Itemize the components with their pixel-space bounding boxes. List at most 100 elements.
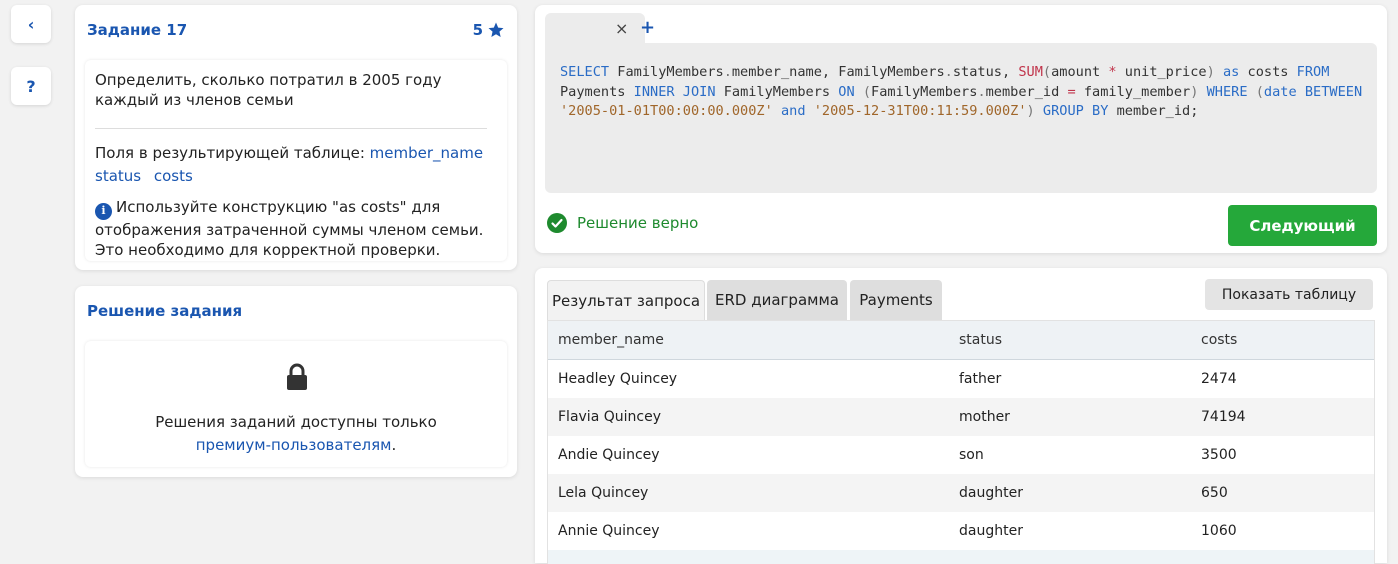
star-icon: [488, 22, 504, 37]
cell-member-name: Headley Quincey: [558, 371, 678, 387]
table-row: Annie Quincey daughter 1060: [548, 512, 1374, 550]
task-body: Определить, сколько потратил в 2005 году…: [85, 60, 507, 261]
code-token: member_id;: [1108, 103, 1199, 120]
cell-status: mother: [959, 409, 1010, 425]
tab-payments[interactable]: Payments: [850, 280, 942, 320]
task-header: Задание 17 5: [87, 19, 505, 41]
code-token: date: [1263, 83, 1297, 100]
help-button[interactable]: ?: [11, 67, 51, 105]
check-circle-icon: [547, 213, 567, 233]
task-title: Задание 17: [87, 21, 188, 39]
code-token: (: [862, 83, 872, 100]
table-header: member_name status costs: [548, 321, 1374, 360]
task-description: Определить, сколько потратил в 2005 году…: [95, 71, 442, 109]
table-row: Headley Quincey father 2474: [548, 360, 1374, 398]
solution-status: Решение верно: [547, 213, 698, 233]
code-token: .: [977, 83, 986, 100]
code-token: GROUP BY: [1042, 103, 1109, 120]
cell-costs: 74194: [1201, 409, 1246, 425]
code-token: unit_price: [1116, 64, 1207, 80]
field-member-name[interactable]: member_name: [370, 144, 483, 162]
code-token: ON: [838, 83, 855, 100]
editor-card: × + SELECT FamilyMembers.member_name, Fa…: [535, 5, 1387, 253]
hint: i Используйте конструкцию "as costs" для …: [95, 197, 495, 260]
code-token: =: [1067, 83, 1076, 100]
code-editor[interactable]: SELECT FamilyMembers.member_name, Family…: [545, 43, 1377, 193]
result-fields: Поля в результирующей таблице: member_na…: [95, 142, 495, 188]
code-token: '2005-12-31T00:11:59.000Z': [813, 103, 1027, 120]
show-table-button[interactable]: Показать таблицу: [1205, 279, 1373, 310]
question-icon: ?: [26, 76, 36, 96]
table-row: Andie Quincey son 3500: [548, 436, 1374, 474]
code-token: *: [1108, 64, 1117, 80]
cell-costs: 1060: [1201, 523, 1237, 539]
code-token: BETWEEN: [1304, 83, 1363, 100]
solution-body: Решения заданий доступны только премиум-…: [85, 341, 507, 467]
cell-status: son: [959, 447, 984, 463]
code-token: FROM: [1296, 64, 1330, 80]
solution-title: Решение задания: [87, 302, 243, 320]
cell-costs: 650: [1201, 485, 1228, 501]
close-icon[interactable]: ×: [615, 19, 628, 38]
cell-status: daughter: [959, 485, 1023, 501]
info-icon: i: [95, 202, 112, 220]
sql-code[interactable]: SELECT FamilyMembers.member_name, Family…: [560, 63, 1370, 122]
code-token: SUM: [1018, 64, 1043, 80]
code-token: and: [780, 103, 806, 120]
code-token: INNER JOIN: [633, 83, 716, 100]
code-token: '2005-01-01T00:00:00.000Z': [560, 103, 773, 120]
hint-text: Используйте конструкцию "as costs" для о…: [95, 198, 484, 259]
code-token: family_member: [1075, 83, 1191, 100]
premium-link[interactable]: премиум-пользователям: [196, 436, 392, 454]
lock-icon: [287, 363, 307, 390]
code-token: amount: [1051, 64, 1109, 80]
cell-member-name: Flavia Quincey: [558, 409, 661, 425]
divider: [95, 128, 487, 129]
code-token: (: [1042, 64, 1052, 80]
code-token: as: [1222, 64, 1240, 80]
back-button[interactable]: ‹: [11, 5, 51, 43]
table-row: Flavia Quincey mother 74194: [548, 398, 1374, 436]
code-token: FamilyMembers: [715, 83, 839, 100]
task-rating: 5: [473, 21, 505, 39]
cell-status: father: [959, 371, 1002, 387]
cell-costs: 2474: [1201, 371, 1237, 387]
code-token: FamilyMembers: [609, 64, 724, 80]
result-card: Результат запроса ERD диаграмма Payments…: [535, 268, 1387, 564]
solution-text-before: Решения заданий доступны только: [155, 413, 437, 431]
column-header: costs: [1201, 332, 1238, 348]
chevron-left-icon: ‹: [27, 14, 35, 34]
code-token: status,: [952, 64, 1019, 80]
solution-card: Решение задания Решения заданий доступны…: [75, 286, 517, 477]
next-button[interactable]: Следующий: [1228, 205, 1377, 246]
field-costs[interactable]: costs: [154, 167, 193, 185]
fields-label: Поля в результирующей таблице:: [95, 144, 365, 162]
column-header: member_name: [558, 332, 664, 348]
column-header: status: [959, 332, 1003, 348]
rating-value: 5: [472, 21, 483, 39]
tab-erd-diagram[interactable]: ERD диаграмма: [707, 280, 847, 320]
cell-status: daughter: [959, 523, 1023, 539]
code-token: ): [1206, 64, 1215, 80]
code-token: member_id: [985, 83, 1068, 100]
cell-costs: 3500: [1201, 447, 1237, 463]
code-token: .: [944, 64, 953, 80]
add-tab-button[interactable]: +: [640, 17, 655, 38]
code-token: .: [723, 64, 732, 80]
code-token: SELECT: [560, 64, 610, 80]
field-status[interactable]: status: [95, 167, 141, 185]
code-token: FamilyMembers: [871, 83, 978, 100]
code-token: (: [1255, 83, 1264, 100]
tab-query-result[interactable]: Результат запроса: [547, 280, 705, 321]
status-text: Решение верно: [577, 214, 699, 232]
editor-tab[interactable]: ×: [545, 13, 645, 43]
cell-member-name: Andie Quincey: [558, 447, 660, 463]
cell-member-name: Lela Quincey: [558, 485, 649, 501]
